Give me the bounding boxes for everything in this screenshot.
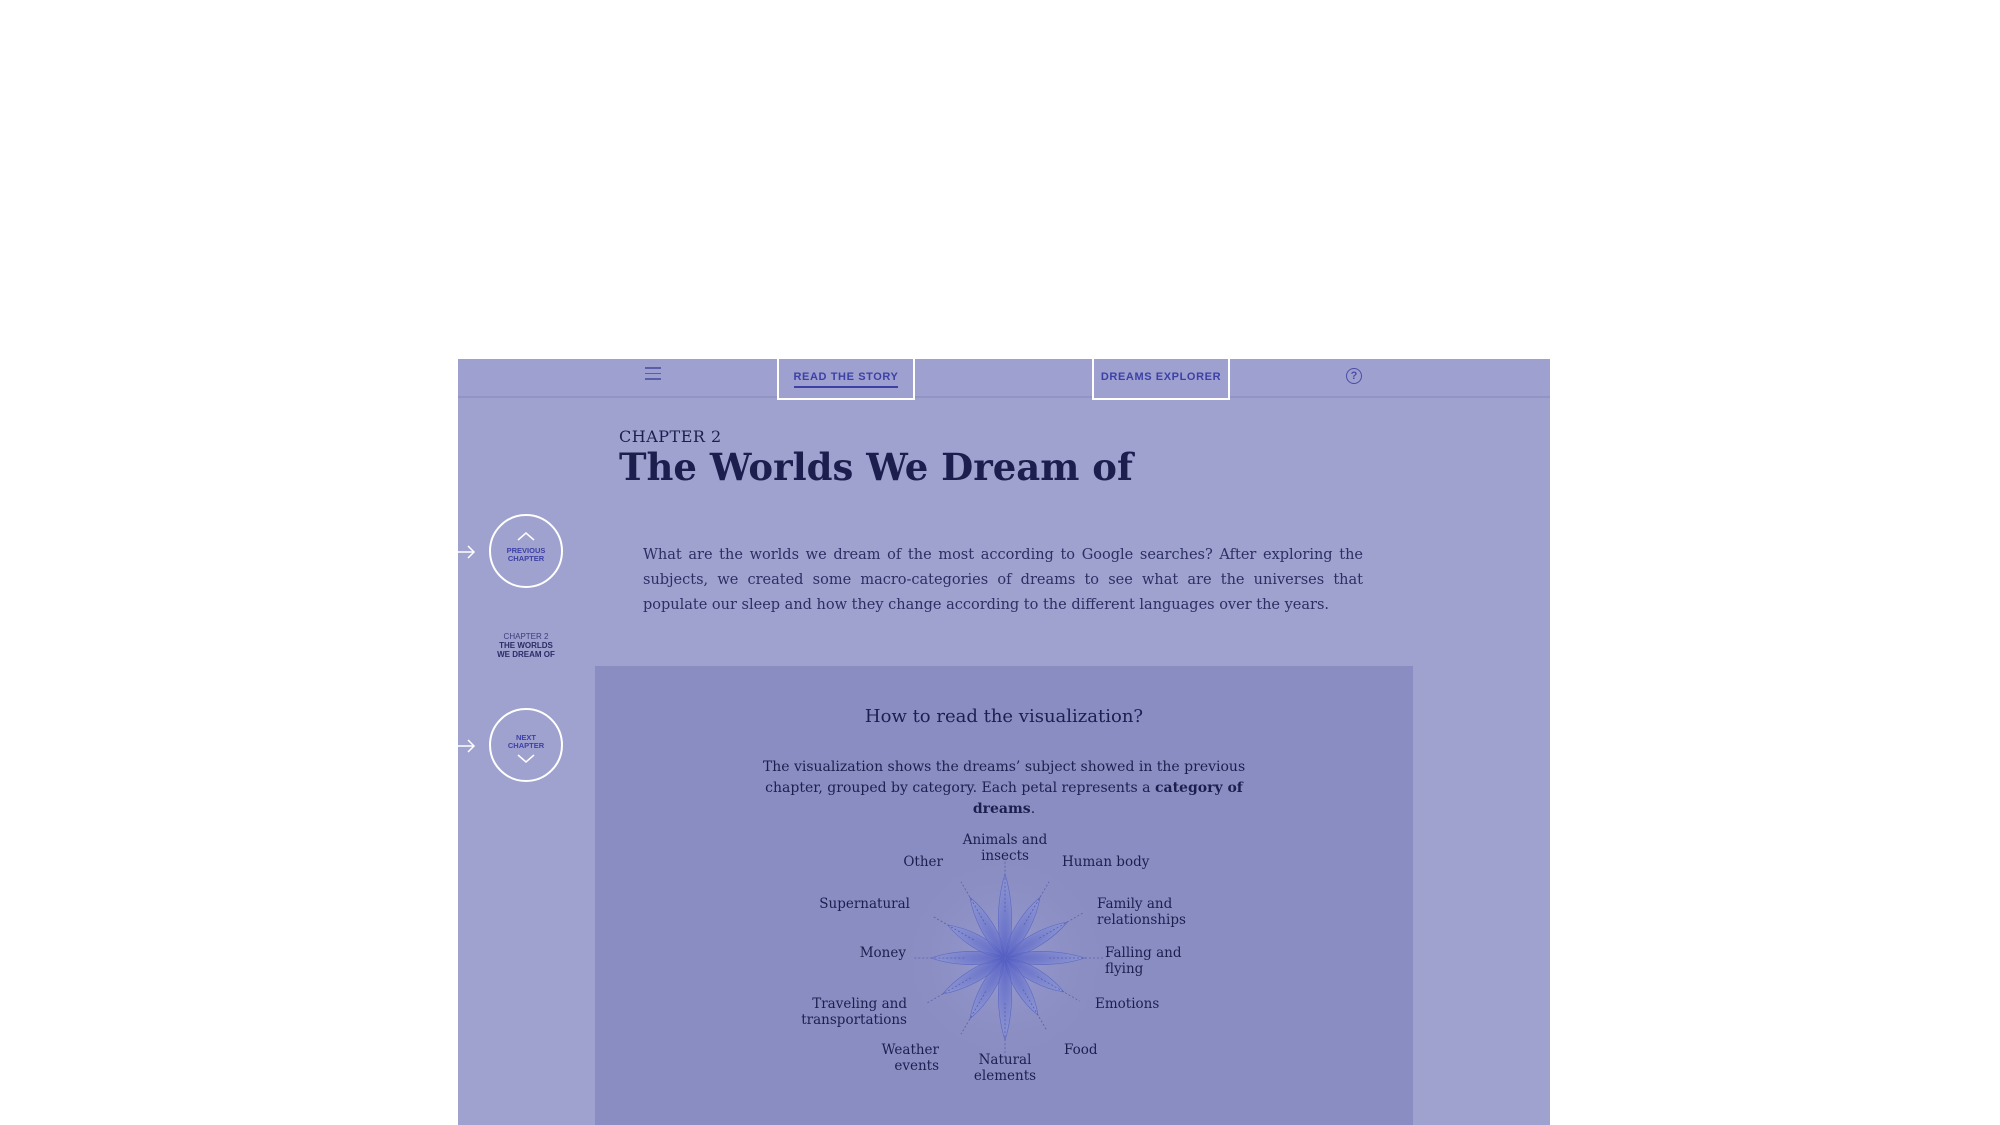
category-label: Supernatural [819, 896, 910, 912]
category-label: Human body [1062, 854, 1150, 870]
chevron-down-icon [517, 754, 535, 763]
tab-dreams-explorer-label: DREAMS EXPLORER [1100, 371, 1222, 383]
tab-dreams-explorer[interactable]: DREAMS EXPLORER [1092, 359, 1230, 400]
intro-paragraph: What are the worlds we dream of the most… [643, 547, 1363, 613]
current-chapter-number: CHAPTER 2 [503, 632, 549, 641]
story-page: READ THE STORY DREAMS EXPLORER ? CHAPTER… [458, 359, 1550, 1125]
category-label: Other [903, 854, 943, 870]
next-chapter-button[interactable]: NEXT CHAPTER [489, 708, 563, 782]
category-label: Emotions [1095, 996, 1160, 1012]
next-chapter-label-2: CHAPTER [507, 741, 545, 750]
hamburger-menu-icon[interactable] [645, 367, 661, 381]
chevron-up-icon [517, 532, 535, 541]
category-label: Falling and flying [1105, 945, 1182, 977]
arrow-right-icon[interactable] [458, 545, 476, 559]
category-label: Money [859, 945, 906, 961]
current-chapter-title-1: THE WORLDS [499, 641, 553, 650]
previous-chapter-button[interactable]: PREVIOUS CHAPTER [489, 514, 563, 588]
top-navigation-bar: READ THE STORY DREAMS EXPLORER ? [458, 359, 1550, 400]
chapter-label: CHAPTER 2 [619, 427, 722, 446]
current-chapter-indicator: CHAPTER 2 THE WORLDS WE DREAM OF [478, 632, 574, 659]
arrow-right-icon[interactable] [458, 739, 476, 753]
current-chapter-title-2: WE DREAM OF [497, 650, 555, 659]
category-label: Natural elements [973, 1052, 1037, 1084]
previous-chapter-label-2: CHAPTER [507, 554, 545, 563]
tab-read-the-story[interactable]: READ THE STORY [777, 359, 915, 400]
tab-read-the-story-label: READ THE STORY [793, 371, 899, 388]
category-label: Traveling and transportations [801, 996, 907, 1028]
help-icon[interactable]: ? [1346, 368, 1362, 384]
category-label: Animals and insects [962, 832, 1048, 864]
category-label: Food [1064, 1042, 1098, 1058]
how-to-read-panel: How to read the visualization? The visua… [595, 666, 1413, 1125]
page-title: The Worlds We Dream of [619, 445, 1133, 489]
category-label: Weather events [881, 1042, 939, 1074]
category-label: Family and relationships [1097, 896, 1186, 928]
